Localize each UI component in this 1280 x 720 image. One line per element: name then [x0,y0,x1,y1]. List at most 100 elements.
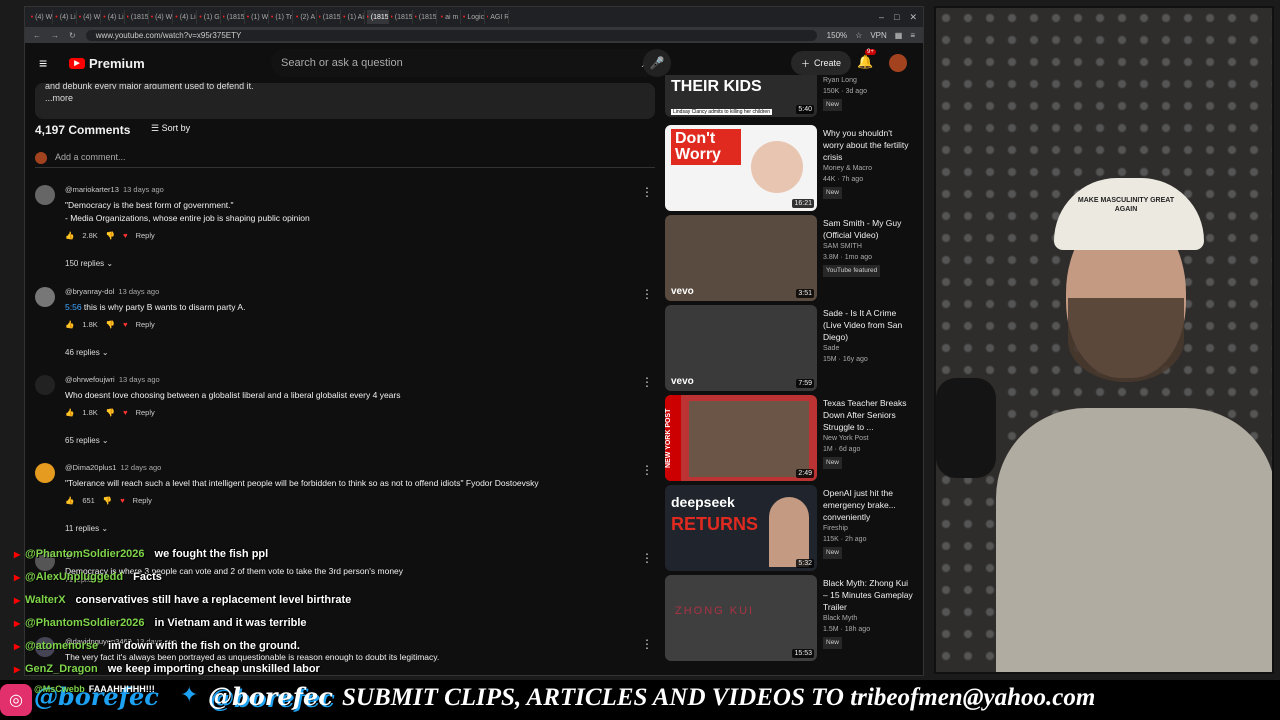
reply-button[interactable]: Reply [136,320,155,329]
avatar[interactable] [35,287,55,307]
reply-button[interactable]: Reply [136,231,155,240]
replies-toggle[interactable]: 65 replies ⌄ [65,436,109,445]
recommended-video[interactable]: NEW YORK POST 2:49 Texas Teacher Breaks D… [665,395,923,481]
channel-name[interactable]: SAM SMITH [823,241,915,252]
channel-name[interactable]: Ryan Long [823,75,915,86]
browser-tab[interactable]: • (4) Li [55,10,77,24]
comment-user[interactable]: @ohrwefoujwri [65,375,115,384]
video-thumbnail[interactable]: deepseek RETURNS 5:32 [665,485,817,571]
browser-tab[interactable]: •(4) W [79,10,101,24]
comment-menu-icon[interactable]: ⋮ [641,185,653,199]
browser-tab[interactable]: • (2) A [295,10,317,24]
browser-tab[interactable]: • (1) Ai [343,10,365,24]
reload-icon[interactable]: ↻ [69,31,76,40]
browser-tab[interactable]: • ai m [439,10,461,24]
comment-time[interactable]: 13 days ago [118,287,159,296]
browser-tab[interactable]: •(1815 [391,10,413,24]
account-avatar[interactable] [889,54,907,72]
zoom-level[interactable]: 150% [827,31,847,40]
browser-tab[interactable]: • (4) Li [103,10,125,24]
vpn-badge[interactable]: VPN [870,31,886,40]
more-link[interactable]: ...more [45,93,645,103]
browser-tab[interactable]: •(1815 [319,10,341,24]
replies-toggle[interactable]: 150 replies ⌄ [65,259,113,268]
browser-tab[interactable]: • (1) G [199,10,221,24]
channel-name[interactable]: Fireship [823,523,915,534]
add-comment-input[interactable]: Add a comment... [35,152,655,168]
channel-name[interactable]: Money & Macro [823,163,915,174]
replies-toggle[interactable]: 46 replies ⌄ [65,348,109,357]
menu-icon[interactable]: ≡ [910,31,915,40]
browser-tab[interactable]: •(1) W [247,10,269,24]
video-title[interactable]: Sam Smith - My Guy (Official Video) [823,217,915,241]
like-icon[interactable]: 👍 [65,408,74,417]
replies-toggle[interactable]: 11 replies ⌄ [65,524,108,533]
dislike-icon[interactable]: 👎 [106,408,115,417]
channel-name[interactable]: New York Post [823,433,915,444]
video-thumbnail[interactable]: vevo 3:51 [665,215,817,301]
browser-tab[interactable]: •(1815 [223,10,245,24]
dislike-icon[interactable]: 👎 [103,496,112,505]
comment-menu-icon[interactable]: ⋮ [641,463,653,477]
recommended-video[interactable]: vevo 3:51 Sam Smith - My Guy (Official Vi… [665,215,923,301]
channel-name[interactable]: Black Myth [823,613,915,624]
avatar[interactable] [35,185,55,205]
extensions-icon[interactable]: ▦ [895,31,903,40]
voice-search-icon[interactable]: 🎤 [643,49,671,77]
comment-user[interactable]: @mariokarter13 [65,185,119,194]
description-box[interactable]: and debunk every major argument used to … [35,81,655,119]
url-field[interactable]: www.youtube.com/watch?v=x95r375ETY [85,29,817,41]
video-thumbnail[interactable]: THEIR KIDS Lindsay Clancy admits to killi… [665,75,817,117]
recommended-video[interactable]: deepseek RETURNS 5:32 OpenAI just hit the … [665,485,923,571]
search-input[interactable]: Search or ask a question ⌕ [271,49,659,77]
comment-menu-icon[interactable]: ⋮ [641,287,653,301]
bookmark-star-icon[interactable]: ☆ [855,31,862,40]
browser-tab[interactable]: • Logic [463,10,485,24]
back-icon[interactable]: ← [33,31,41,40]
recommended-video[interactable]: vevo 7:59 Sade - Is It A Crime (Live Vide… [665,305,923,391]
avatar[interactable] [35,375,55,395]
maximize-icon[interactable]: □ [894,12,899,23]
dislike-icon[interactable]: 👎 [106,231,115,240]
recommended-video[interactable]: Don't Worry 16:21 Why you shouldn't worry… [665,125,923,211]
avatar[interactable] [35,463,55,483]
video-title[interactable]: Sade - Is It A Crime (Live Video from Sa… [823,307,915,343]
comment-user[interactable]: @Dima20plus1 [65,463,116,472]
minimize-icon[interactable]: – [879,12,884,23]
hamburger-menu-icon[interactable]: ≡ [39,55,53,71]
browser-tab[interactable]: • (4) Li [175,10,197,24]
timestamp-link[interactable]: 5:56 [65,302,82,312]
create-button[interactable]: ＋ Create [791,51,852,75]
comment-time[interactable]: 13 days ago [119,375,160,384]
video-title[interactable]: Black Myth: Zhong Kui – 15 Minutes Gamep… [823,577,915,613]
close-icon[interactable]: ✕ [909,12,917,23]
browser-tab[interactable]: •AGI R [487,10,509,24]
video-title[interactable]: Texas Teacher Breaks Down After Seniors … [823,397,915,433]
comment-menu-icon[interactable]: ⋮ [641,375,653,389]
video-title[interactable]: OpenAI just hit the emergency brake... c… [823,487,915,523]
reply-button[interactable]: Reply [133,496,152,505]
sort-by-button[interactable]: ☰ Sort by [151,123,190,134]
video-thumbnail[interactable]: ZHONG KUI 15:53 [665,575,817,661]
comment-menu-icon[interactable]: ⋮ [641,637,653,651]
video-thumbnail[interactable]: NEW YORK POST 2:49 [665,395,817,481]
reply-button[interactable]: Reply [136,408,155,417]
recommended-video[interactable]: ZHONG KUI 15:53 Black Myth: Zhong Kui – 1… [665,575,923,661]
recommended-video[interactable]: THEIR KIDS Lindsay Clancy admits to killi… [665,75,923,117]
comment-time[interactable]: 13 days ago [123,185,164,194]
browser-tab[interactable]: •(1815 [415,10,437,24]
video-thumbnail[interactable]: vevo 7:59 [665,305,817,391]
notifications-icon[interactable]: 🔔 9+ [857,49,876,70]
youtube-logo[interactable]: ▶ Premium [69,56,145,71]
video-thumbnail[interactable]: Don't Worry 16:21 [665,125,817,211]
comment-user[interactable]: @bryanray-dol [65,287,114,296]
like-icon[interactable]: 👍 [65,231,74,240]
dislike-icon[interactable]: 👎 [106,320,115,329]
comment-time[interactable]: 12 days ago [120,463,161,472]
video-title[interactable]: Why you shouldn't worry about the fertil… [823,127,915,163]
like-icon[interactable]: 👍 [65,320,74,329]
browser-tab[interactable]: • (1) Tr [271,10,293,24]
browser-tab[interactable]: •(4) W [151,10,173,24]
forward-icon[interactable]: → [51,31,59,40]
like-icon[interactable]: 👍 [65,496,74,505]
